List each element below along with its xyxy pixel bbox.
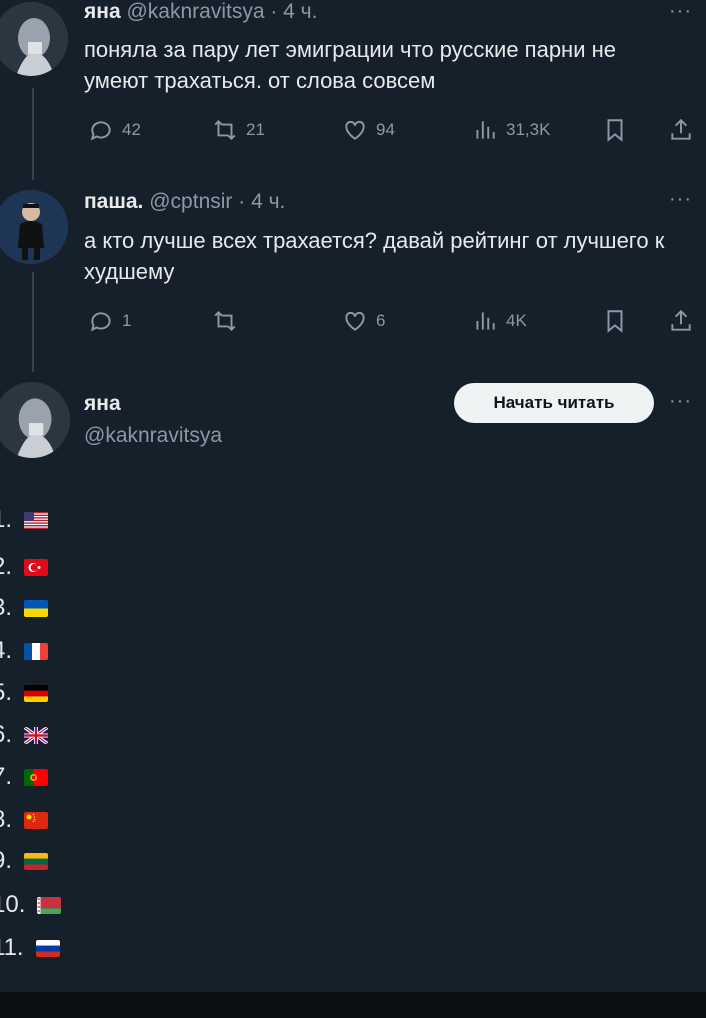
tweet-header: яна @kaknravitsya · 4 ч. [84,0,317,24]
list-item: 6. [0,720,49,750]
avatar-girl-icon [0,382,70,458]
views-icon [476,312,495,330]
list-item: 5. [0,678,49,708]
germany-flag-icon [24,684,49,702]
views-button[interactable]: 4K [472,306,527,336]
tweet-text: поняла за пару лет эмиграции что русские… [84,37,616,93]
views-icon [476,121,495,139]
list-item: 11. [0,933,60,963]
china-flag-icon [24,811,49,829]
share-button[interactable] [668,115,694,145]
like-count: 6 [376,311,386,330]
retweet-button[interactable]: 21 [212,115,265,145]
display-name[interactable]: паша. [84,190,143,213]
heart-icon [345,120,365,140]
handle-time[interactable]: @cptnsir · 4 ч. [149,190,285,213]
rank-number: 6. [0,721,13,748]
list-item: 7. [0,762,49,792]
rank-number: 4. [0,637,13,664]
share-icon [671,309,691,331]
more-icon[interactable]: ··· [669,390,692,413]
more-icon[interactable]: ··· [669,188,692,211]
turkey-flag-icon [24,558,49,576]
bookmark-icon [607,119,623,142]
more-icon[interactable]: ··· [669,0,692,23]
list-item: 1. [0,505,49,535]
lithuania-flag-icon [24,852,49,870]
rank-number: 9. [0,847,13,874]
tweet-text: а кто лучше всех трахается? давай рейтин… [84,228,665,284]
belarus-flag-icon [37,896,62,914]
rank-number: 10. [0,891,26,918]
views-count: 31,3K [506,120,551,139]
uk-flag-icon [24,726,49,744]
list-item: 2. [0,552,49,582]
reply-button[interactable]: 1 [88,306,131,336]
follow-button[interactable]: Начать читать [454,383,654,423]
retweet-count: 21 [246,120,265,139]
reply-button[interactable]: 42 [88,115,141,145]
list-item: 10. [0,890,62,920]
list-item: 4. [0,636,49,666]
share-icon [671,118,691,140]
tweet-actions: 42 21 94 31,3K [84,115,700,145]
rank-number: 11. [0,934,24,961]
views-button[interactable]: 31,3K [472,115,550,145]
ukraine-flag-icon [24,599,49,617]
avatar[interactable] [0,190,68,264]
rank-number: 8. [0,806,13,833]
usa-flag-icon [24,511,49,529]
bookmark-button[interactable] [602,306,628,336]
russia-flag-icon [35,939,60,957]
bookmark-button[interactable] [602,115,628,145]
rank-number: 2. [0,553,13,580]
handle-time[interactable]: @kaknravitsya · 4 ч. [126,0,317,23]
tweet-header: паша. @cptnsir · 4 ч. [84,190,285,214]
rank-number: 1. [0,506,13,533]
avatar[interactable] [0,382,70,458]
rank-number: 3. [0,594,13,621]
heart-icon [345,311,365,331]
bookmark-icon [607,310,623,333]
main-display-name[interactable]: яна [84,392,121,416]
reply-count: 1 [122,311,132,330]
share-button[interactable] [668,306,694,336]
retweet-icon [214,310,236,332]
display-name[interactable]: яна [84,392,121,415]
like-count: 94 [376,120,395,139]
thread-line [32,272,34,372]
rank-number: 7. [0,763,13,790]
portugal-flag-icon [24,768,49,786]
tweet-actions: 1 6 4K [84,306,700,336]
views-count: 4K [506,311,527,330]
reply-icon [90,312,111,332]
avatar[interactable] [0,2,68,76]
reply-icon [90,121,111,141]
france-flag-icon [24,642,49,660]
list-item: 9. [0,846,49,876]
avatar-girl-icon [0,2,68,76]
main-handle[interactable]: @kaknravitsya [84,424,222,448]
list-item: 3. [0,593,49,623]
bottom-bar [0,992,706,1018]
retweet-icon [214,119,236,141]
reply-count: 42 [122,120,141,139]
rank-number: 5. [0,679,13,706]
display-name[interactable]: яна [84,0,121,23]
like-button[interactable]: 94 [342,115,395,145]
thread-line [32,88,34,180]
retweet-button[interactable] [212,306,246,336]
avatar-man-icon [0,190,68,264]
list-item: 8. [0,805,49,835]
like-button[interactable]: 6 [342,306,385,336]
